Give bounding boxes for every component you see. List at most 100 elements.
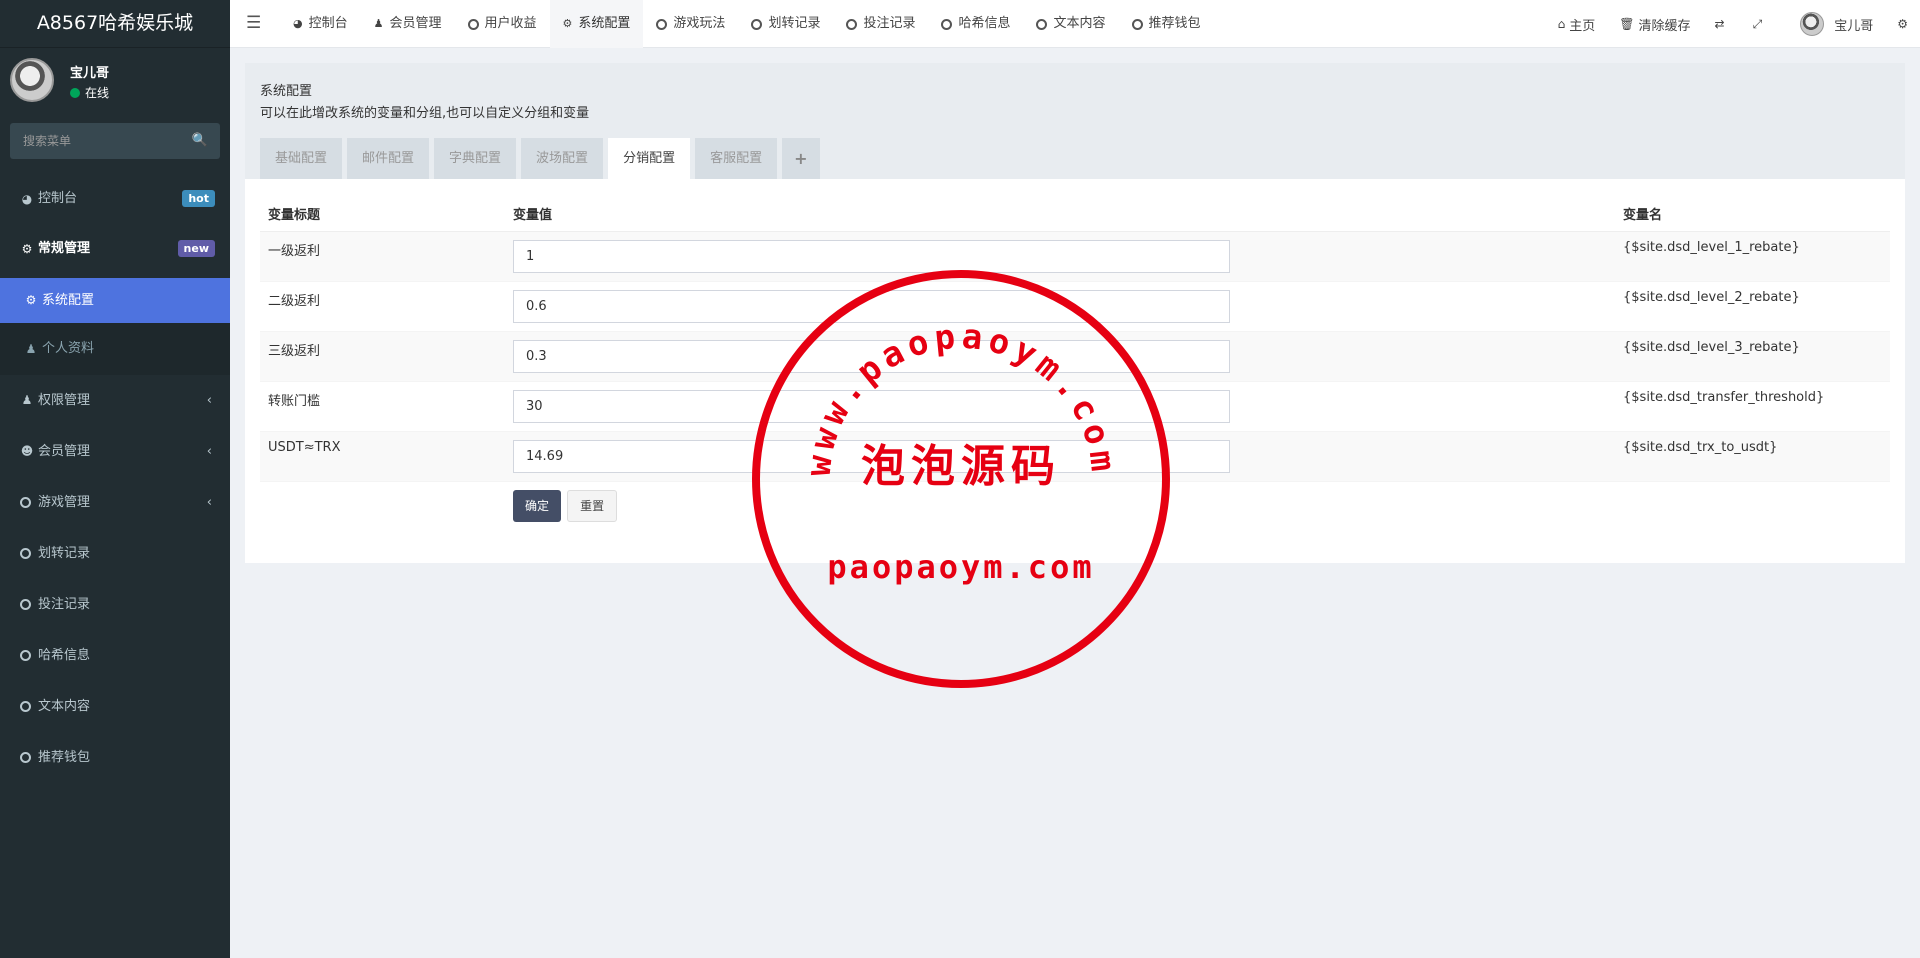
sidebar-item-label: 哈希信息 [38,648,91,663]
app-logo[interactable]: A8567哈希娱乐城 [0,0,230,48]
online-dot-icon [70,87,80,98]
variable-value-input[interactable]: 30 [513,390,1230,423]
variable-value-input[interactable]: 0.3 [513,340,1230,373]
page-description: 可以在此增改系统的变量和分组,也可以自定义分组和变量 [260,106,590,121]
user-panel: 宝儿哥 在线 [0,48,230,128]
circle-icon [20,650,31,661]
sidebar-item-label: 控制台 [38,191,78,206]
settings-button[interactable]: ⚙ [1885,17,1920,31]
sidebar-item-games[interactable]: 游戏管理 ‹ [0,477,230,528]
sidebar-item-transfers[interactable]: 划转记录 [0,528,230,579]
panel-header: 系统配置 可以在此增改系统的变量和分组,也可以自定义分组和变量 基础配置 邮件配… [245,63,1905,179]
empty-cell [1615,482,1890,532]
tab-support-config[interactable]: 客服配置 [695,138,778,179]
sidebar-item-dashboard[interactable]: ◕ 控制台 hot [0,178,230,220]
reset-button[interactable]: 重置 [567,490,618,522]
column-header-title: 变量标题 [260,196,505,232]
column-header-name: 变量名 [1615,196,1890,232]
sidebar: A8567哈希娱乐城 宝儿哥 在线 搜索菜单 🔍 ◕ 控制台 hot ⚙ 常规管… [0,0,230,958]
search-icon[interactable]: 🔍 [192,123,208,159]
circle-icon [656,18,668,30]
circle-icon [751,18,763,30]
tab-label: 系统配置 [578,16,631,31]
tab-label: 哈希信息 [958,16,1011,31]
tab-email-config[interactable]: 邮件配置 [347,138,430,179]
sidebar-search-placeholder: 搜索菜单 [23,134,72,148]
column-header-value: 变量值 [505,196,1615,232]
tab-tron-config[interactable]: 波场配置 [521,138,604,179]
table-row: 二级返利 0.6 {$site.dsd_level_2_rebate} [260,281,1890,332]
tab-bets[interactable]: 投注记录 [833,0,928,48]
sidebar-item-bets[interactable]: 投注记录 [0,579,230,630]
circle-icon [846,18,858,30]
fullscreen-icon: ⤢ [1752,16,1763,31]
sidebar-item-label: 会员管理 [38,444,91,459]
chevron-left-icon: ‹ [206,393,212,408]
variable-value-input[interactable]: 14.69 [513,440,1230,473]
sidebar-item-members[interactable]: ☻ 会员管理 ‹ [0,426,230,477]
language-toggle-button[interactable]: ⇄ [1703,17,1741,31]
circle-icon [20,548,31,559]
tab-system-config[interactable]: ⚙ 系统配置 [549,0,644,48]
sidebar-item-general[interactable]: ⚙ 常规管理 new [0,220,230,278]
sidebar-item-text-content[interactable]: 文本内容 [0,681,230,732]
circle-icon [20,701,31,712]
user-menu[interactable]: 宝儿哥 [1778,12,1885,36]
sidebar-item-label: 游戏管理 [38,495,91,510]
tab-hash-info[interactable]: 哈希信息 [928,0,1023,48]
tab-label: 文本内容 [1053,16,1106,31]
dashboard-icon: ◕ [293,17,303,30]
tab-text-content[interactable]: 文本内容 [1023,0,1118,48]
menu-toggle-icon[interactable]: ☰ [246,0,261,46]
clear-cache-button[interactable]: 🗑 清除缓存 [1607,15,1702,34]
variable-value-input[interactable]: 0.6 [513,290,1230,323]
users-icon: ♟ [21,393,33,407]
page-title: 系统配置 [260,84,313,99]
tab-distribution-config[interactable]: 分销配置 [608,138,691,179]
tab-dictionary-config[interactable]: 字典配置 [434,138,517,179]
add-tab-button[interactable]: + [782,138,820,179]
chevron-left-icon: ‹ [206,495,212,510]
tab-members[interactable]: ♟ 会员管理 [361,0,455,48]
config-tabs: 基础配置 邮件配置 字典配置 波场配置 分销配置 客服配置 + [260,138,825,179]
sidebar-item-label: 文本内容 [38,699,91,714]
confirm-button[interactable]: 确定 [513,490,562,522]
sidebar-item-referral-wallet[interactable]: 推荐钱包 [0,732,230,783]
tab-label: 游戏玩法 [673,16,726,31]
variable-value-cell: 0.6 [505,281,1615,332]
tab-transfers[interactable]: 划转记录 [738,0,833,48]
table-header-row: 变量标题 变量值 变量名 [260,196,1890,232]
trash-icon: 🗑 [1619,17,1635,31]
circle-icon [1131,18,1143,30]
home-label: 主页 [1569,18,1596,34]
variable-title: 一级返利 [260,231,505,282]
variable-title: 转账门槛 [260,381,505,432]
sidebar-item-permissions[interactable]: ♟ 权限管理 ‹ [0,375,230,426]
sidebar-item-system-config[interactable]: ⚙ 系统配置 [0,278,230,323]
fullscreen-button[interactable]: ⤢ [1741,17,1779,32]
tab-referral-wallet[interactable]: 推荐钱包 [1119,0,1214,48]
clear-cache-label: 清除缓存 [1638,18,1691,34]
user-avatar [10,58,54,102]
variable-title: 三级返利 [260,331,505,382]
sidebar-search-input[interactable]: 搜索菜单 🔍 [10,123,220,159]
tab-dashboard[interactable]: ◕ 控制台 [280,0,361,48]
circle-icon [20,752,31,763]
sidebar-item-hash-info[interactable]: 哈希信息 [0,630,230,681]
variable-value-input[interactable]: 1 [513,240,1230,273]
variable-name: {$site.dsd_level_3_rebate} [1615,331,1890,382]
tab-basic-config[interactable]: 基础配置 [260,138,343,179]
sidebar-menu: ◕ 控制台 hot ⚙ 常规管理 new ⚙ 系统配置 ♟ 个人资料 ♟ 权限管… [0,178,230,783]
tab-game-rules[interactable]: 游戏玩法 [643,0,738,48]
gear-icon: ⚙ [25,293,37,307]
user-icon: ♟ [25,342,37,356]
variable-name: {$site.dsd_level_1_rebate} [1615,231,1890,282]
tab-user-earnings[interactable]: 用户收益 [455,0,550,48]
config-table: 变量标题 变量值 变量名 一级返利 1 {$site.dsd_level_1_r… [260,196,1890,532]
dashboard-icon: ◕ [21,192,33,206]
user-menu-label: 宝儿哥 [1834,18,1874,34]
home-link[interactable]: ⌂ 主页 [1546,15,1608,34]
empty-cell [260,482,505,532]
config-panel: 系统配置 可以在此增改系统的变量和分组,也可以自定义分组和变量 基础配置 邮件配… [245,63,1905,563]
sidebar-item-profile[interactable]: ♟ 个人资料 [0,323,230,375]
